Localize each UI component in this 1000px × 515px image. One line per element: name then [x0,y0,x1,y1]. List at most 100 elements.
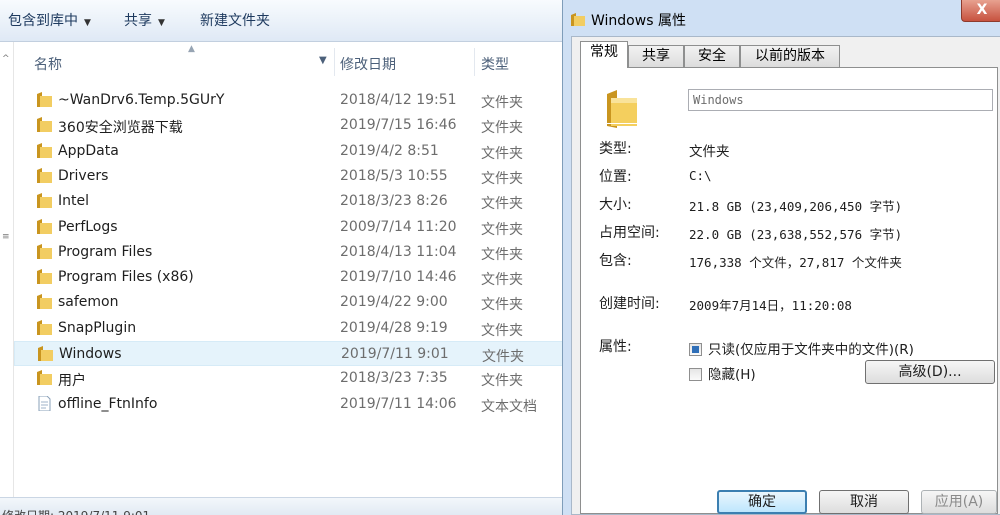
chevron-down-icon: ▼ [158,18,165,28]
column-divider[interactable] [474,48,475,76]
contains-label: 包含: [599,253,632,269]
attributes-label: 属性: [599,339,632,355]
dialog-title-bar[interactable]: Windows 属性 [571,10,686,30]
ok-button[interactable]: 确定 [717,490,807,514]
tab-general[interactable]: 常规 [580,41,628,68]
file-date: 2019/7/11 9:01 [341,346,449,362]
file-date: 2018/5/3 10:55 [340,167,448,184]
file-name: SnapPlugin [58,319,137,336]
file-row[interactable]: Program Files 2018/4/13 11:04 文件夹 [14,240,574,265]
include-in-library-label: 包含到库中 [8,13,78,29]
file-date: 2018/3/23 8:26 [340,193,448,210]
sort-ascending-icon: ▲ [188,44,195,54]
folder-icon [37,319,52,335]
file-type: 文件夹 [481,272,523,289]
file-type: 文件夹 [481,120,523,137]
file-name: PerfLogs [58,218,118,235]
text-file-icon [38,395,51,411]
readonly-checkbox[interactable]: 只读(仅应用于文件夹中的文件)(R) [689,338,914,358]
file-date: 2019/7/10 14:46 [340,269,457,286]
file-name: 用户 [58,373,86,390]
file-type: 文件夹 [481,322,523,339]
folder-icon [37,117,52,133]
new-folder-button[interactable]: 新建文件夹 [200,11,270,31]
file-date: 2019/4/28 9:19 [340,319,448,336]
file-row[interactable]: 360安全浏览器下载 2019/7/15 16:46 文件夹 [14,113,574,138]
folder-icon [37,218,52,234]
tab-previous-versions[interactable]: 以前的版本 [740,45,840,67]
file-type: 文件夹 [482,349,524,365]
folder-icon [607,90,637,128]
folder-icon [37,370,52,386]
file-type: 文件夹 [481,373,523,390]
file-type: 文件夹 [481,170,523,187]
dialog-title: Windows 属性 [591,13,686,29]
file-name: Drivers [58,167,109,184]
splitter-grip-icon[interactable]: ≡ [2,232,10,242]
folder-icon [37,243,52,259]
location-label: 位置: [599,169,632,185]
file-row[interactable]: offline_FtnInfo 2019/7/11 14:06 文本文档 [14,392,574,417]
general-tab-panel: 类型: 文件夹 位置: C:\ 大小: 21.8 GB (23,409,206,… [580,67,998,514]
file-row[interactable]: SnapPlugin 2019/4/28 9:19 文件夹 [14,316,574,341]
file-type: 文件夹 [481,297,523,314]
dialog-client-area: 常规 共享 安全 以前的版本 类型: 文件夹 位置: C:\ 大小: 21.8 … [571,36,1000,515]
type-label: 类型: [599,141,632,157]
hidden-label: 隐藏(H) [708,367,756,383]
checkbox-unchecked-icon[interactable] [689,368,702,381]
column-filter-dropdown-icon[interactable]: ▼ [319,55,327,66]
folder-icon [37,167,52,183]
file-row[interactable]: Drivers 2018/5/3 10:55 文件夹 [14,164,574,189]
file-row[interactable]: 用户 2018/3/23 7:35 文件夹 [14,366,574,391]
file-name: AppData [58,142,119,159]
divider [597,322,993,323]
file-date: 2019/4/2 8:51 [340,142,439,159]
include-in-library-button[interactable]: 包含到库中 ▼ [8,11,91,31]
navigation-pane-edge[interactable]: ^ ≡ [0,42,14,497]
file-row[interactable]: Windows 2019/7/11 9:01 文件夹 [14,341,574,366]
share-label: 共享 [124,13,152,29]
apply-button[interactable]: 应用(A) [921,490,997,514]
folder-name-input[interactable] [688,89,993,111]
advanced-button[interactable]: 高级(D)... [865,360,995,384]
divider [597,123,993,124]
file-date: 2019/7/11 14:06 [340,395,457,412]
file-name: Intel [58,193,89,210]
file-row[interactable]: AppData 2019/4/2 8:51 文件夹 [14,139,574,164]
folder-icon [37,193,52,209]
column-header-name[interactable]: 名称 [34,54,62,74]
tab-security[interactable]: 安全 [684,45,740,67]
close-button[interactable]: X [961,0,1000,22]
readonly-label: 只读(仅应用于文件夹中的文件)(R) [708,342,914,358]
file-date: 2009/7/14 11:20 [340,218,457,235]
scroll-up-icon[interactable]: ^ [2,54,10,64]
column-header-type[interactable]: 类型 [481,54,509,74]
file-row[interactable]: safemon 2019/4/22 9:00 文件夹 [14,290,574,315]
hidden-checkbox[interactable]: 隐藏(H) [689,363,756,383]
folder-icon [571,13,585,26]
column-header-date[interactable]: 修改日期 [340,54,396,74]
share-button[interactable]: 共享 ▼ [124,11,165,31]
file-row[interactable]: ~WanDrv6.Temp.5GUrY 2018/4/12 19:51 文件夹 [14,88,574,113]
checkbox-indeterminate-icon[interactable] [689,343,702,356]
location-value: C:\ [689,168,712,183]
file-date: 2018/4/12 19:51 [340,92,457,108]
file-date: 2018/3/23 7:35 [340,370,448,387]
file-type: 文本文档 [481,398,537,415]
cancel-button[interactable]: 取消 [819,490,909,514]
file-row[interactable]: Program Files (x86) 2019/7/10 14:46 文件夹 [14,265,574,290]
folder-icon [37,294,52,310]
file-type: 文件夹 [481,95,523,111]
tab-sharing[interactable]: 共享 [628,45,684,67]
file-name: Windows [59,346,122,362]
size-label: 大小: [599,197,632,213]
column-divider[interactable] [334,48,335,76]
contains-value: 176,338 个文件，27,817 个文件夹 [689,255,902,270]
created-label: 创建时间: [599,296,660,312]
size-on-disk-label: 占用空间: [599,225,660,241]
folder-icon [37,92,52,107]
file-row[interactable]: Intel 2018/3/23 8:26 文件夹 [14,189,574,214]
file-row[interactable]: PerfLogs 2009/7/14 11:20 文件夹 [14,215,574,240]
type-value: 文件夹 [689,144,730,160]
file-date: 2019/4/22 9:00 [340,294,448,311]
